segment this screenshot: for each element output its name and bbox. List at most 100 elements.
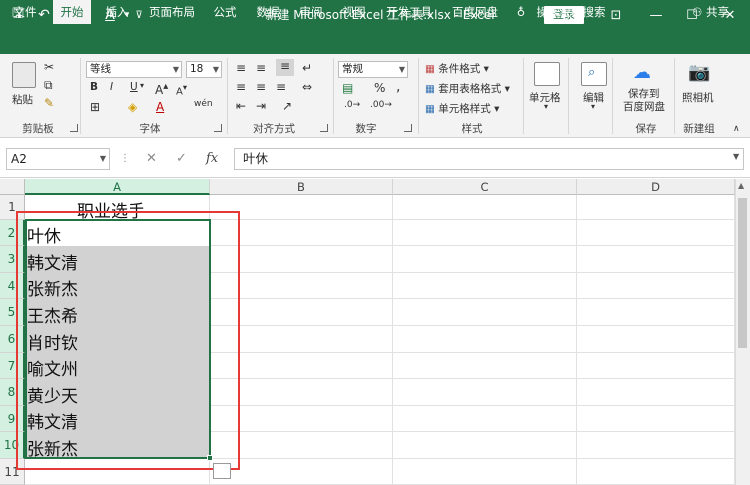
save-to-baidu-button-line2[interactable]: 百度网盘 [623,99,665,114]
grid-cell[interactable] [577,459,735,485]
share-button[interactable]: ⚇ 共享 [692,0,729,24]
tab-page-layout[interactable]: 页面布局 [144,0,200,24]
grid-cell[interactable] [577,220,735,246]
number-launcher-icon[interactable] [404,124,412,132]
font-color-button[interactable]: A [156,100,164,114]
tell-me-search[interactable]: 操作说明搜索 [536,0,606,24]
grid-cell[interactable] [393,220,577,246]
accounting-format-icon[interactable]: ▤ [342,81,353,95]
decrease-indent-icon[interactable]: ⇤ [236,99,246,113]
insert-function-icon[interactable]: fx [206,148,218,170]
font-launcher-icon[interactable] [214,124,222,132]
scrollbar-thumb[interactable] [738,198,747,348]
grid-cell[interactable] [393,432,577,459]
grid-cell[interactable] [393,326,577,353]
align-top-icon[interactable]: ≡ [236,61,246,75]
align-center-icon[interactable]: ≡ [256,80,266,94]
tab-insert[interactable]: 插入 [101,0,133,24]
number-format-combo[interactable]: 常规 ▼ [338,61,408,78]
tab-baidu-netdisk[interactable]: 百度网盘 [447,0,503,24]
merge-center-icon[interactable]: ⇔ [302,80,312,94]
column-header-b[interactable]: B [210,179,393,195]
cancel-icon[interactable]: ✕ [146,148,157,170]
cell-styles-button[interactable]: ▦ 单元格样式 ▾ [425,101,499,116]
paste-button[interactable]: 粘贴 [12,92,33,107]
align-bottom-icon[interactable]: ≡ [276,59,294,76]
comma-style-button[interactable]: , [396,79,400,95]
increase-indent-icon[interactable]: ⇥ [256,99,266,113]
tab-view[interactable]: 视图 [338,0,370,24]
cells-icon[interactable] [534,62,560,86]
tab-formulas[interactable]: 公式 [209,0,241,24]
font-name-combo[interactable]: 等线 ▼ [86,61,182,78]
tab-file[interactable]: 文件 [8,0,42,24]
tab-data[interactable]: 数据 [252,0,284,24]
paste-icon[interactable] [12,62,36,88]
enter-icon[interactable]: ✓ [176,148,187,170]
underline-button[interactable]: U [130,81,138,93]
chevron-down-icon[interactable]: ▾ [140,81,144,90]
increase-decimal-icon[interactable]: .0→ [344,100,360,110]
grid-cell[interactable] [577,353,735,379]
grid-cell[interactable] [577,246,735,273]
grid-cell[interactable] [577,195,735,220]
quick-analysis-icon[interactable] [213,463,231,479]
grid-cell[interactable] [393,459,577,485]
camera-button[interactable]: 照相机 [682,90,714,105]
grid-cell[interactable] [393,273,577,299]
grid-cell[interactable] [393,195,577,220]
percent-button[interactable]: % [374,81,385,95]
grid-cell[interactable] [577,326,735,353]
grid-cell[interactable] [577,299,735,326]
scroll-up-icon[interactable]: ▲ [738,181,744,190]
camera-icon[interactable]: 📷 [688,62,710,83]
collapse-ribbon-icon[interactable]: ∧ [733,124,740,134]
grid-cell[interactable] [393,299,577,326]
grid-cell[interactable] [393,353,577,379]
tab-review[interactable]: 审阅 [295,0,327,24]
alignment-launcher-icon[interactable] [320,124,328,132]
find-icon[interactable]: ⌕ [581,62,607,86]
font-shrink-button[interactable]: A▾ [176,82,187,97]
column-header-a[interactable]: A [25,179,210,195]
italic-button[interactable]: I [110,81,113,93]
minimize-icon[interactable]: — [636,0,676,30]
cut-icon[interactable]: ✂ [44,60,54,74]
font-grow-button[interactable]: A▴ [155,81,168,97]
fill-color-icon[interactable]: ◈ [128,100,137,114]
tab-home[interactable]: 开始 [53,0,91,24]
format-painter-icon[interactable]: ✎ [44,96,54,110]
phonetic-guide-button[interactable]: wén [194,99,213,109]
name-box[interactable]: A2 ▼ [6,148,110,170]
font-size-combo[interactable]: 18 ▼ [186,61,222,78]
border-icon[interactable]: ⊞ [90,100,100,114]
baidu-netdisk-icon[interactable]: ☁ [633,62,651,83]
conditional-formatting-button[interactable]: ▦ 条件格式 ▾ [425,61,489,76]
column-header-d[interactable]: D [577,179,735,195]
orientation-icon[interactable]: ↗ [282,99,292,113]
grid-cell[interactable] [577,379,735,406]
grid-cell[interactable] [393,246,577,273]
copy-icon[interactable]: ⧉ [44,78,53,93]
decrease-decimal-icon[interactable]: .00→ [370,100,392,110]
format-as-table-button[interactable]: ▦ 套用表格格式 ▾ [425,81,510,96]
align-left-icon[interactable]: ≡ [236,80,246,94]
grid-cell[interactable] [577,432,735,459]
wrap-text-icon[interactable]: ↵ [302,61,312,75]
grid-cell[interactable] [393,406,577,432]
align-middle-icon[interactable]: ≡ [256,61,266,75]
clipboard-launcher-icon[interactable] [70,124,78,132]
grid-cell[interactable] [393,379,577,406]
formula-input[interactable]: 叶休 [234,148,744,170]
grid-cell[interactable] [577,406,735,432]
align-right-icon[interactable]: ≡ [276,80,286,94]
chevron-down-icon[interactable]: ▾ [544,102,548,111]
grid-cell[interactable] [577,273,735,299]
chevron-down-icon[interactable]: ▾ [591,102,595,111]
expand-formula-bar-icon[interactable]: ▼ [733,152,739,161]
select-all-corner[interactable] [0,179,25,195]
column-header-c[interactable]: C [393,179,577,195]
group-divider [333,58,334,134]
bold-button[interactable]: B [90,81,98,93]
tab-developer[interactable]: 开发工具 [381,0,437,24]
